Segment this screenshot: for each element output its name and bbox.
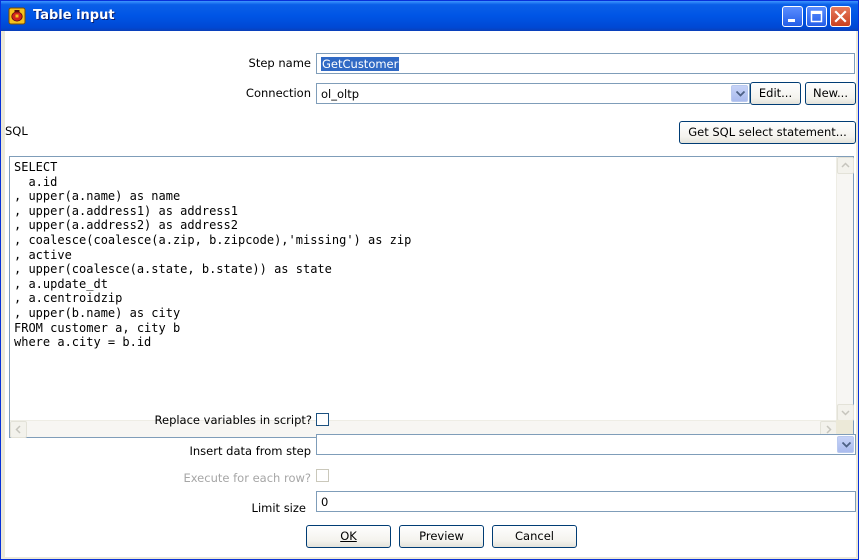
chevron-down-icon bbox=[736, 91, 745, 97]
cancel-button[interactable]: Cancel bbox=[492, 525, 577, 548]
execute-each-row-label: Execute for each row? bbox=[183, 471, 311, 485]
chevron-down-icon bbox=[841, 410, 850, 416]
title-bar[interactable]: Table input bbox=[1, 1, 858, 31]
vertical-scrollbar[interactable] bbox=[836, 157, 854, 421]
limit-size-input[interactable]: 0 bbox=[316, 491, 856, 512]
chevron-left-icon bbox=[15, 425, 21, 434]
connection-label: Connection bbox=[245, 86, 311, 100]
replace-variables-label: Replace variables in script? bbox=[154, 413, 312, 427]
sql-editor[interactable]: SELECT a.id , upper(a.name) as name , up… bbox=[9, 156, 854, 438]
step-name-value: GetCustomer bbox=[321, 57, 400, 71]
maximize-button[interactable] bbox=[806, 6, 827, 27]
cancel-button-label: Cancel bbox=[515, 529, 554, 543]
maximize-icon bbox=[810, 10, 823, 23]
sql-label: SQL bbox=[5, 124, 28, 138]
insert-data-select[interactable] bbox=[316, 434, 856, 455]
ok-button-label: OK bbox=[340, 529, 357, 543]
new-connection-button[interactable]: New... bbox=[805, 82, 856, 105]
get-sql-select-button[interactable]: Get SQL select statement... bbox=[679, 121, 856, 144]
close-icon bbox=[834, 10, 847, 23]
spoon-kettle-icon bbox=[8, 7, 26, 25]
insert-data-label: Insert data from step bbox=[189, 444, 312, 458]
preview-button-label: Preview bbox=[419, 529, 464, 543]
connection-dropdown-arrow[interactable] bbox=[731, 85, 748, 102]
connection-value: ol_oltp bbox=[321, 87, 360, 101]
limit-size-value: 0 bbox=[321, 495, 329, 509]
execute-each-row-checkbox[interactable] bbox=[316, 469, 329, 482]
chevron-up-icon bbox=[841, 162, 850, 168]
edit-connection-button[interactable]: Edit... bbox=[750, 82, 801, 105]
scroll-left-button[interactable] bbox=[10, 421, 27, 438]
connection-select[interactable]: ol_oltp bbox=[316, 83, 750, 104]
ok-button[interactable]: OK bbox=[306, 525, 391, 548]
sql-text[interactable]: SELECT a.id , upper(a.name) as name , up… bbox=[14, 160, 832, 415]
window-title: Table input bbox=[33, 8, 115, 23]
preview-button[interactable]: Preview bbox=[399, 525, 484, 548]
scroll-down-button[interactable] bbox=[837, 404, 854, 421]
close-button[interactable] bbox=[830, 6, 851, 27]
replace-variables-checkbox[interactable] bbox=[316, 413, 329, 426]
minimize-button[interactable] bbox=[782, 6, 803, 27]
minimize-icon bbox=[788, 19, 795, 22]
dialog-content: Step name GetCustomer Connection ol_oltp… bbox=[5, 31, 856, 557]
scroll-up-button[interactable] bbox=[837, 157, 854, 174]
table-input-dialog: Table input Step name GetCustomer Connec… bbox=[0, 0, 859, 560]
step-name-label: Step name bbox=[248, 56, 311, 70]
chevron-down-icon bbox=[842, 442, 851, 448]
limit-size-label: Limit size bbox=[251, 501, 306, 515]
step-name-input[interactable]: GetCustomer bbox=[316, 53, 855, 74]
insert-data-dropdown-arrow[interactable] bbox=[837, 436, 854, 453]
